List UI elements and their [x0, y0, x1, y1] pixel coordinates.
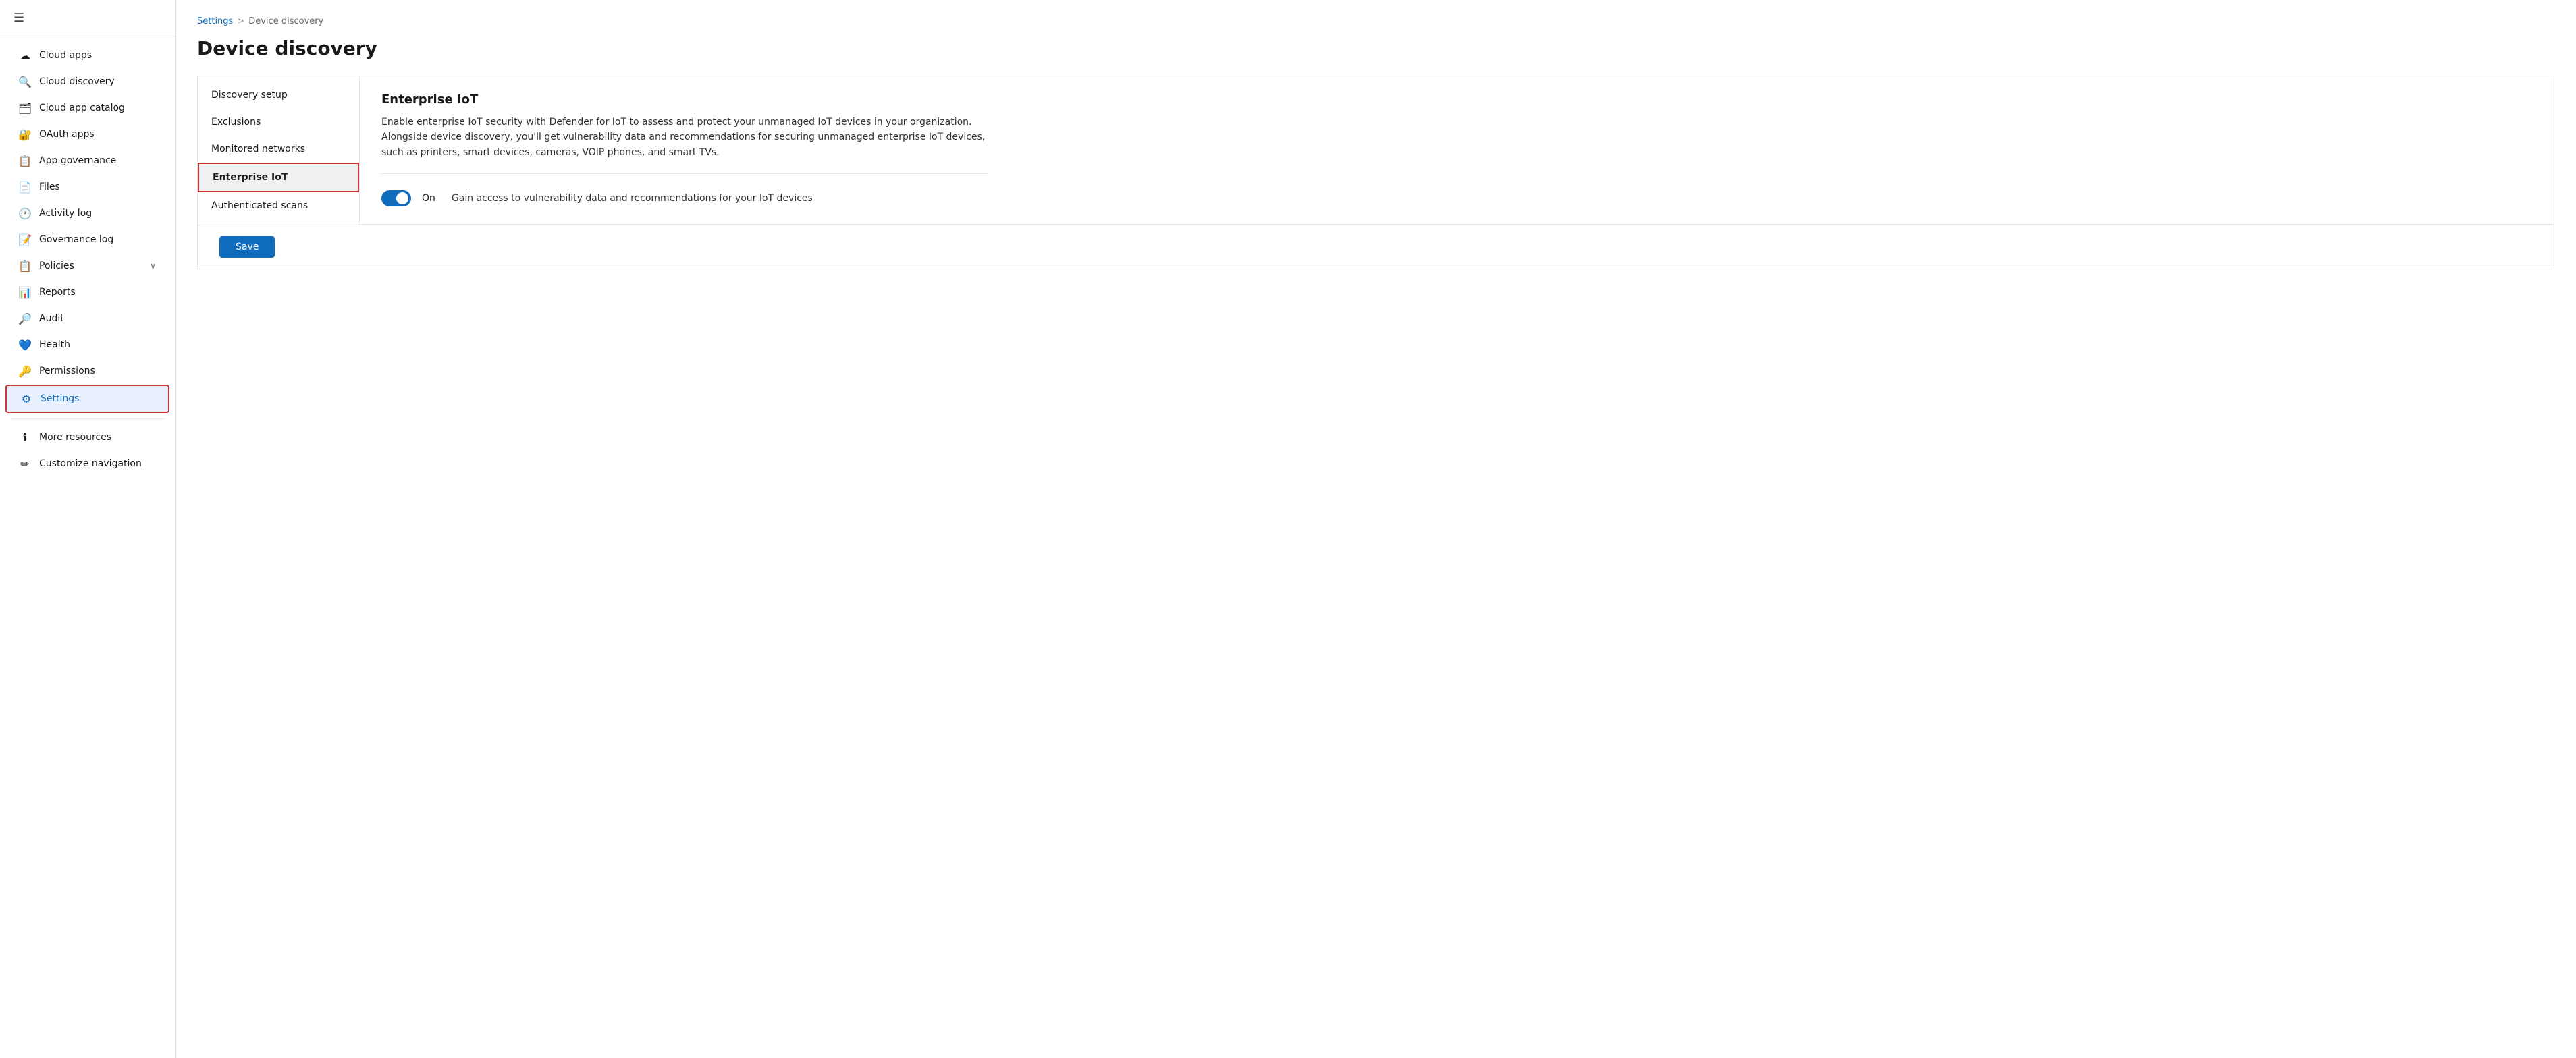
settings-icon: ⚙ [20, 393, 32, 405]
breadcrumb-current: Device discovery [248, 16, 323, 26]
breadcrumb-settings[interactable]: Settings [197, 16, 233, 26]
toggle-row: On Gain access to vulnerability data and… [381, 190, 2532, 206]
permissions-icon: 🔑 [19, 365, 31, 377]
save-area: Save [198, 225, 2554, 269]
sidebar-label-app-governance: App governance [39, 155, 156, 166]
sidebar-item-permissions[interactable]: 🔑 Permissions [5, 358, 169, 384]
sidebar-item-policies[interactable]: 📋 Policies ∨ [5, 253, 169, 279]
sub-nav-item-authenticated-scans[interactable]: Authenticated scans [198, 192, 359, 219]
sidebar-item-governance-log[interactable]: 📝 Governance log [5, 227, 169, 252]
sidebar-label-cloud-apps: Cloud apps [39, 50, 156, 61]
sidebar-item-more-resources[interactable]: ℹ More resources [5, 424, 169, 450]
audit-icon: 🔎 [19, 312, 31, 325]
sidebar-label-reports: Reports [39, 287, 156, 298]
sidebar: ☰ ☁ Cloud apps 🔍 Cloud discovery 🗂 Cloud app … [0, 0, 176, 1058]
sidebar-item-cloud-discovery[interactable]: 🔍 Cloud discovery [5, 69, 169, 94]
sidebar-label-policies: Policies [39, 260, 142, 271]
toggle-state-label: On [422, 193, 435, 204]
cloud-discovery-icon: 🔍 [19, 76, 31, 88]
more-resources-icon: ℹ [19, 431, 31, 443]
sidebar-item-health[interactable]: 💙 Health [5, 332, 169, 358]
sidebar-label-more-resources: More resources [39, 432, 156, 443]
sidebar-label-audit: Audit [39, 313, 156, 324]
save-button[interactable]: Save [219, 236, 275, 258]
sub-navigation: Discovery setupExclusionsMonitored netwo… [198, 76, 360, 225]
sub-nav-item-exclusions[interactable]: Exclusions [198, 109, 359, 136]
sidebar-item-activity-log[interactable]: 🕐 Activity log [5, 200, 169, 226]
reports-icon: 📊 [19, 286, 31, 298]
sidebar-label-cloud-app-catalog: Cloud app catalog [39, 103, 156, 113]
sidebar-label-governance-log: Governance log [39, 234, 156, 245]
sidebar-label-cloud-discovery: Cloud discovery [39, 76, 156, 87]
device-discovery-panel: Discovery setupExclusionsMonitored netwo… [197, 76, 2554, 269]
toggle-description: Gain access to vulnerability data and re… [452, 193, 813, 204]
sidebar-item-cloud-app-catalog[interactable]: 🗂 Cloud app catalog [5, 95, 169, 121]
detail-panel: Enterprise IoT Enable enterprise IoT sec… [360, 76, 2554, 225]
health-icon: 💙 [19, 339, 31, 351]
sidebar-label-settings: Settings [41, 393, 155, 404]
sidebar-item-settings[interactable]: ⚙ Settings [5, 385, 169, 413]
sidebar-label-health: Health [39, 339, 156, 350]
sidebar-item-files[interactable]: 📄 Files [5, 174, 169, 200]
sidebar-item-reports[interactable]: 📊 Reports [5, 279, 169, 305]
sub-nav-item-enterprise-iot[interactable]: Enterprise IoT [198, 163, 359, 192]
chevron-down-icon: ∨ [150, 261, 156, 271]
page-title: Device discovery [197, 37, 2554, 59]
sidebar-label-activity-log: Activity log [39, 208, 156, 219]
sidebar-item-app-governance[interactable]: 📋 App governance [5, 148, 169, 173]
customize-navigation-icon: ✏ [19, 457, 31, 470]
sub-nav-item-discovery-setup[interactable]: Discovery setup [198, 82, 359, 109]
oauth-apps-icon: 🔐 [19, 128, 31, 140]
breadcrumb: Settings > Device discovery [197, 16, 2554, 26]
sidebar-label-customize-navigation: Customize navigation [39, 458, 156, 469]
app-governance-icon: 📋 [19, 155, 31, 167]
main-content: Settings > Device discovery Device disco… [176, 0, 2576, 1058]
governance-log-icon: 📝 [19, 233, 31, 246]
sidebar-label-oauth-apps: OAuth apps [39, 129, 156, 140]
sidebar-item-customize-navigation[interactable]: ✏ Customize navigation [5, 451, 169, 476]
sidebar-label-permissions: Permissions [39, 366, 156, 377]
cloud-app-catalog-icon: 🗂 [19, 102, 31, 114]
sub-nav-item-monitored-networks[interactable]: Monitored networks [198, 136, 359, 163]
policies-icon: 📋 [19, 260, 31, 272]
sidebar-header: ☰ [0, 0, 175, 36]
content-area: Settings > Device discovery Device disco… [176, 0, 2576, 1058]
files-icon: 📄 [19, 181, 31, 193]
cloud-apps-icon: ☁ [19, 49, 31, 61]
panel-inner: Discovery setupExclusionsMonitored netwo… [198, 76, 2554, 225]
sidebar-item-cloud-apps[interactable]: ☁ Cloud apps [5, 43, 169, 68]
activity-log-icon: 🕐 [19, 207, 31, 219]
detail-title: Enterprise IoT [381, 92, 2532, 107]
nav-separator [11, 418, 164, 419]
sidebar-item-oauth-apps[interactable]: 🔐 OAuth apps [5, 121, 169, 147]
breadcrumb-separator: > [237, 16, 244, 26]
sidebar-label-files: Files [39, 182, 156, 192]
enterprise-iot-toggle[interactable] [381, 190, 411, 206]
sidebar-item-audit[interactable]: 🔎 Audit [5, 306, 169, 331]
detail-description: Enable enterprise IoT security with Defe… [381, 115, 989, 174]
hamburger-icon[interactable]: ☰ [14, 11, 24, 25]
